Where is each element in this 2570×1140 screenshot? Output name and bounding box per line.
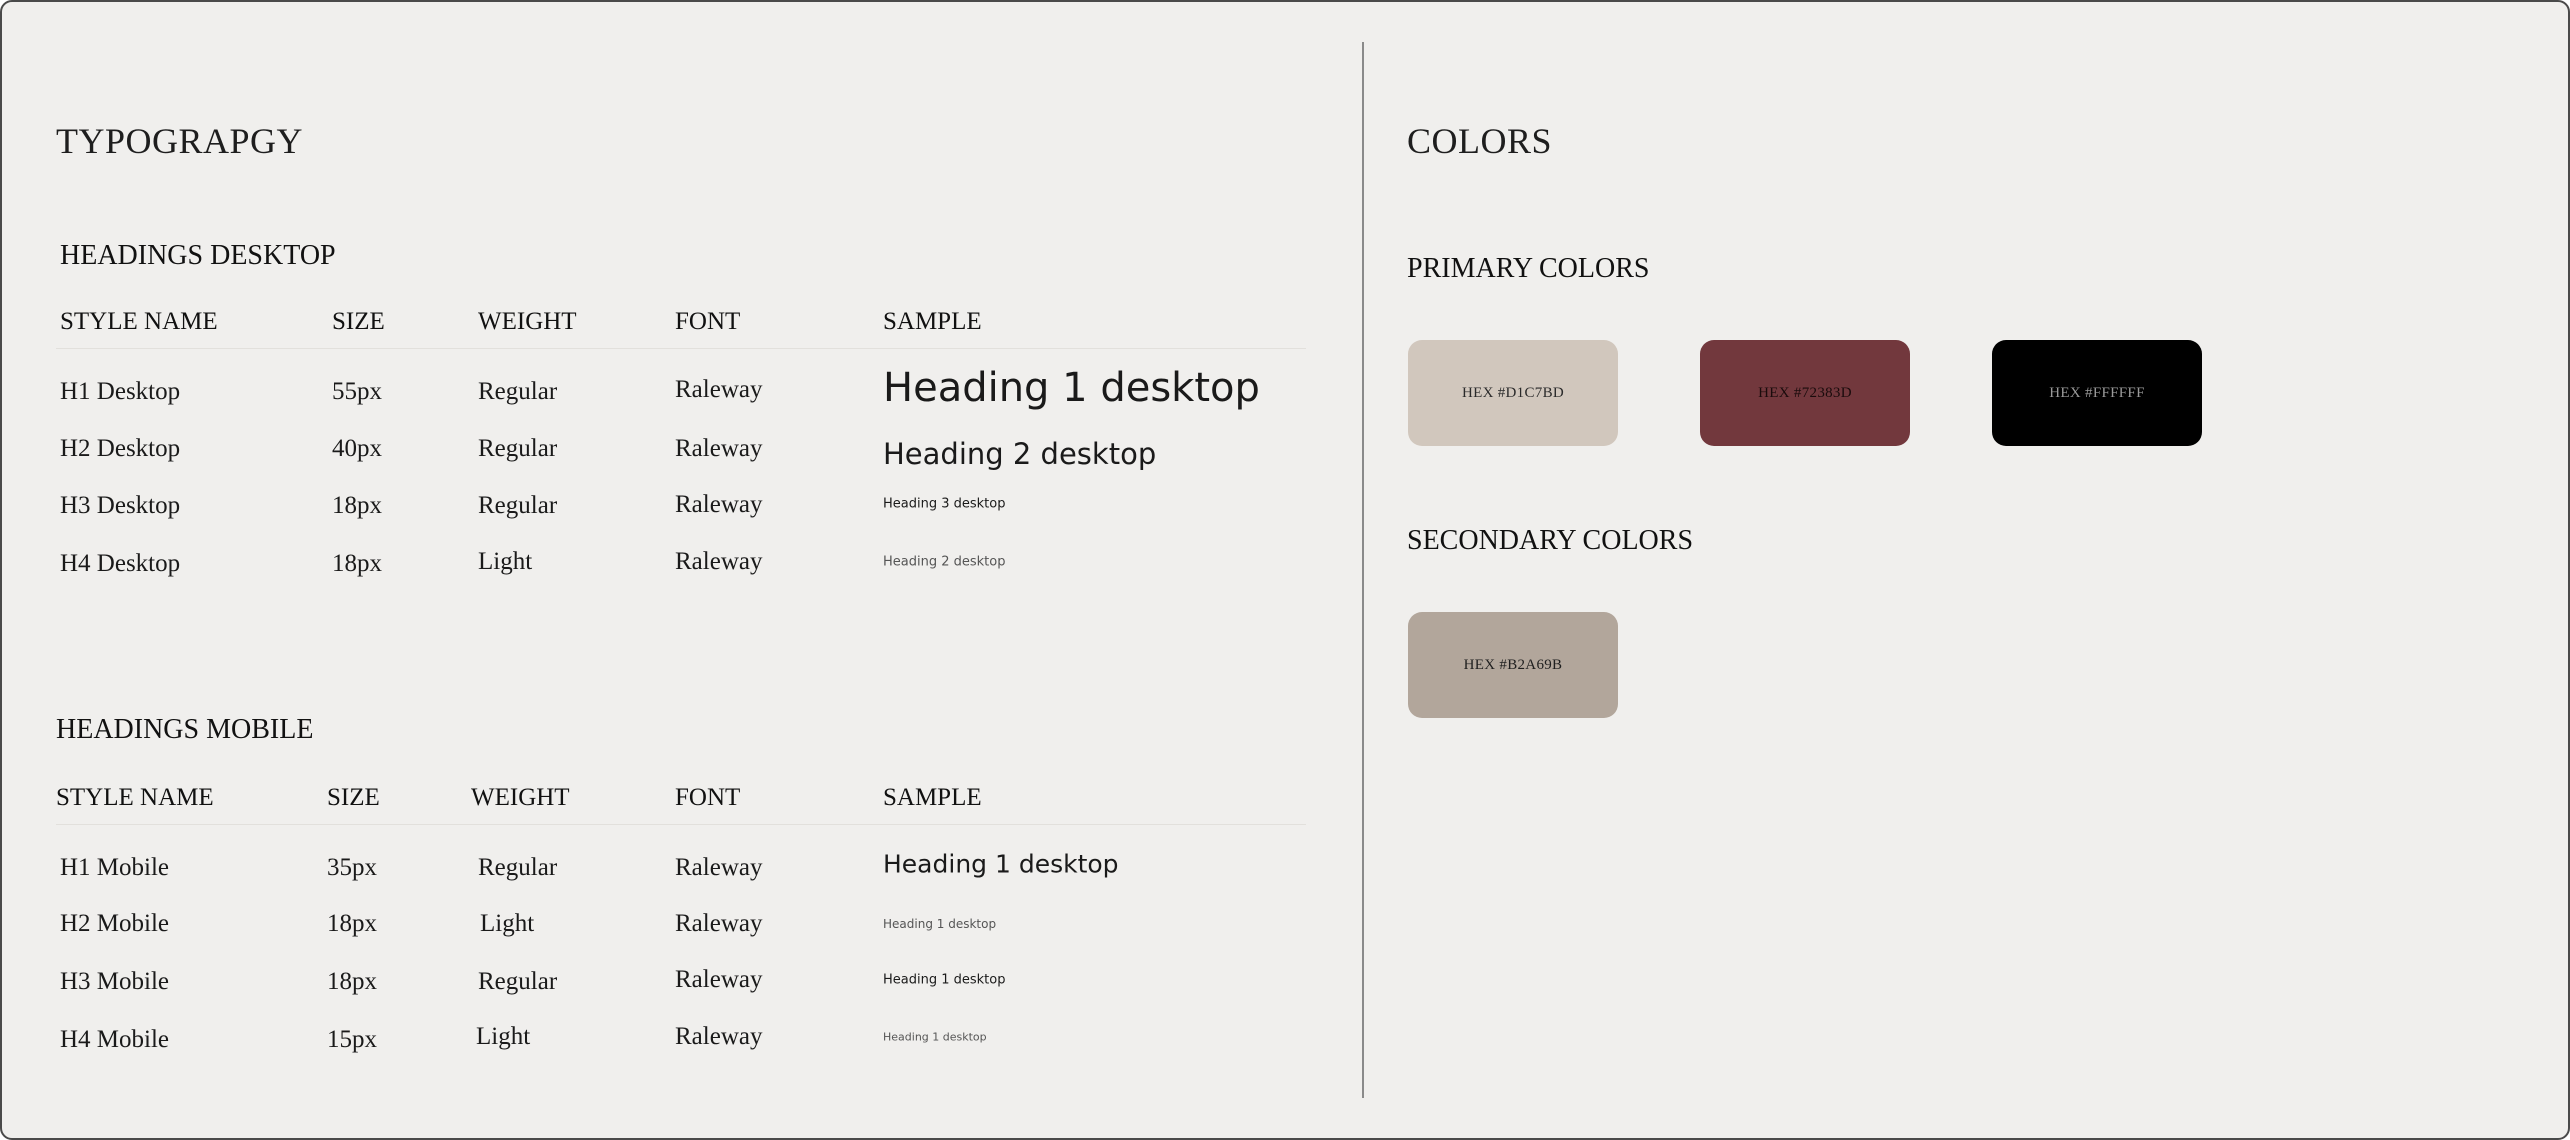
style-name: H1 Mobile (60, 854, 170, 881)
swatch-label: HEX #D1C7BD (1461, 384, 1565, 401)
mobile-header-font: FONT (675, 784, 741, 811)
swatch-label: HEX #B2A69B (1463, 656, 1563, 673)
weight-value: Light (478, 548, 533, 575)
swatch-label: HEX #FFFFFF (2049, 384, 2145, 401)
desktop-header-font: FONT (675, 308, 741, 335)
size-value: 18px (332, 492, 382, 519)
font-value: Raleway (675, 854, 763, 881)
colors-title: COLORS (1407, 121, 1553, 161)
weight-value: Regular (478, 968, 558, 995)
desktop-header-rule (56, 348, 1306, 349)
font-value: Raleway (675, 435, 763, 462)
style-name: H3 Mobile (60, 968, 170, 995)
secondary-colors-title: SECONDARY COLORS (1407, 525, 1694, 556)
sample-text: Heading 2 desktop (883, 554, 1006, 570)
desktop-header-style-name: STYLE NAME (60, 308, 218, 335)
font-value: Raleway (675, 548, 763, 575)
primary-colors-title: PRIMARY COLORS (1407, 253, 1650, 284)
sample-text: Heading 1 desktop (883, 972, 1006, 988)
weight-value: Light (476, 1023, 531, 1050)
section-divider (1362, 42, 1364, 1098)
font-value: Raleway (675, 491, 763, 518)
typography-title: TYPOGRAPGY (56, 121, 304, 161)
mobile-header-style-name: STYLE NAME (56, 784, 214, 811)
style-guide-page: TYPOGRAPGY HEADINGS DESKTOP STYLE NAME S… (0, 0, 2570, 1140)
color-swatch-b2a69b[interactable]: HEX #B2A69B (1408, 612, 1618, 718)
mobile-header-sample: SAMPLE (883, 784, 982, 811)
weight-value: Regular (478, 492, 558, 519)
font-value: Raleway (675, 376, 763, 403)
weight-value: Regular (478, 854, 558, 881)
headings-desktop-title: HEADINGS DESKTOP (60, 240, 336, 271)
desktop-header-sample: SAMPLE (883, 308, 982, 335)
size-value: 18px (327, 910, 377, 937)
size-value: 18px (327, 968, 377, 995)
style-name: H4 Mobile (60, 1026, 170, 1053)
mobile-header-weight: WEIGHT (471, 784, 570, 811)
weight-value: Regular (478, 378, 558, 405)
weight-value: Regular (478, 435, 558, 462)
color-swatch-72383d[interactable]: HEX #72383D (1700, 340, 1910, 446)
sample-text: Heading 1 desktop (883, 1030, 987, 1044)
size-value: 55px (332, 378, 382, 405)
font-value: Raleway (675, 1023, 763, 1050)
font-value: Raleway (675, 966, 763, 993)
sample-text: Heading 2 desktop (883, 437, 1157, 471)
font-value: Raleway (675, 910, 763, 937)
size-value: 15px (327, 1026, 377, 1053)
style-name: H2 Desktop (60, 435, 181, 462)
desktop-header-size: SIZE (332, 308, 385, 335)
desktop-header-weight: WEIGHT (478, 308, 577, 335)
swatch-label: HEX #72383D (1758, 384, 1852, 401)
color-swatch-ffffff[interactable]: HEX #FFFFFF (1992, 340, 2202, 446)
sample-text: Heading 1 desktop (883, 917, 997, 931)
style-name: H1 Desktop (60, 378, 181, 405)
size-value: 40px (332, 435, 382, 462)
color-swatch-d1c7bd[interactable]: HEX #D1C7BD (1408, 340, 1618, 446)
style-name: H4 Desktop (60, 550, 181, 577)
mobile-header-rule (56, 824, 1306, 825)
style-name: H2 Mobile (60, 910, 170, 937)
weight-value: Light (480, 910, 535, 937)
sample-text: Heading 1 desktop (883, 849, 1119, 879)
size-value: 18px (332, 550, 382, 577)
style-name: H3 Desktop (60, 492, 181, 519)
size-value: 35px (327, 854, 377, 881)
sample-text: Heading 3 desktop (883, 496, 1006, 512)
mobile-header-size: SIZE (327, 784, 380, 811)
sample-text: Heading 1 desktop (883, 365, 1260, 411)
headings-mobile-title: HEADINGS MOBILE (56, 714, 314, 745)
